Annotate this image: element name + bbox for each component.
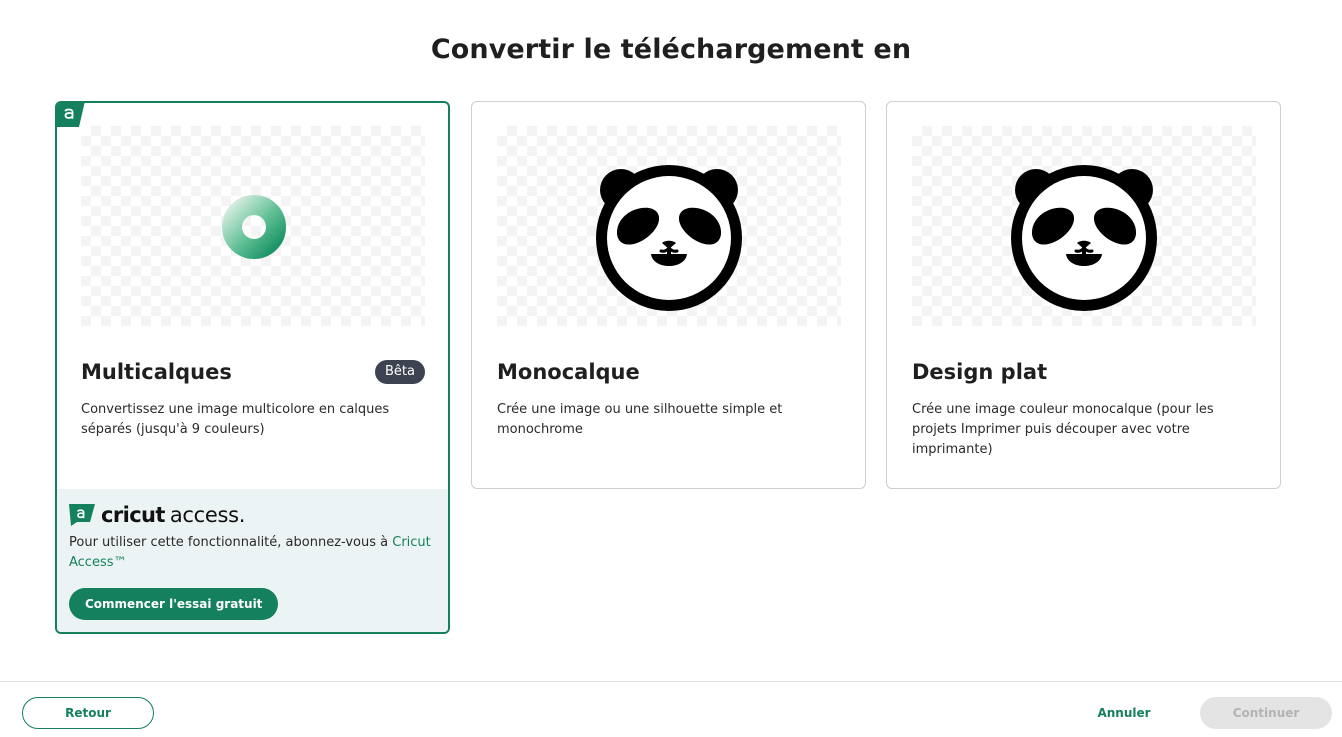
continue-button[interactable]: Continuer: [1200, 697, 1332, 729]
cricut-access-panel: cricut access. Pour utiliser cette fonct…: [57, 489, 448, 632]
access-message: Pour utiliser cette fonctionnalité, abon…: [69, 533, 444, 573]
option-card-design-plat[interactable]: Design plat Crée une image couleur monoc…: [886, 101, 1281, 489]
loading-spinner-icon: [222, 195, 286, 259]
panda-icon: [596, 165, 742, 311]
logo-word-cricut: cricut: [101, 503, 165, 527]
option-description: Crée une image couleur monocalque (pour …: [912, 402, 1214, 457]
preview-monocalque: [497, 126, 841, 326]
option-description: Convertissez une image multicolore en ca…: [81, 402, 390, 437]
cricut-access-badge-icon: [69, 504, 95, 526]
option-title: Multicalques: [81, 360, 232, 384]
logo-word-access: access.: [169, 503, 246, 527]
option-title: Monocalque: [497, 360, 640, 384]
access-message-text: Pour utiliser cette fonctionnalité, abon…: [69, 535, 393, 550]
cricut-access-logo: cricut access.: [69, 503, 245, 527]
option-title: Design plat: [912, 360, 1048, 384]
beta-badge: Bêta: [375, 360, 425, 384]
page-title: Convertir le téléchargement en: [430, 34, 912, 65]
back-button[interactable]: Retour: [22, 697, 154, 729]
cricut-access-corner-icon: [57, 103, 85, 127]
footer-bar: Retour Annuler Continuer: [0, 681, 1342, 737]
preview-multicalques: [81, 126, 425, 326]
start-free-trial-button[interactable]: Commencer l'essai gratuit: [69, 588, 279, 620]
preview-design-plat: [912, 126, 1256, 326]
option-card-monocalque[interactable]: Monocalque Crée une image ou une silhoue…: [471, 101, 866, 489]
panda-icon: [1011, 165, 1157, 311]
option-description: Crée une image ou une silhouette simple …: [497, 402, 783, 437]
option-card-multicalques[interactable]: Multicalques Bêta Convertissez une image…: [55, 101, 450, 634]
cancel-button[interactable]: Annuler: [1088, 697, 1160, 729]
